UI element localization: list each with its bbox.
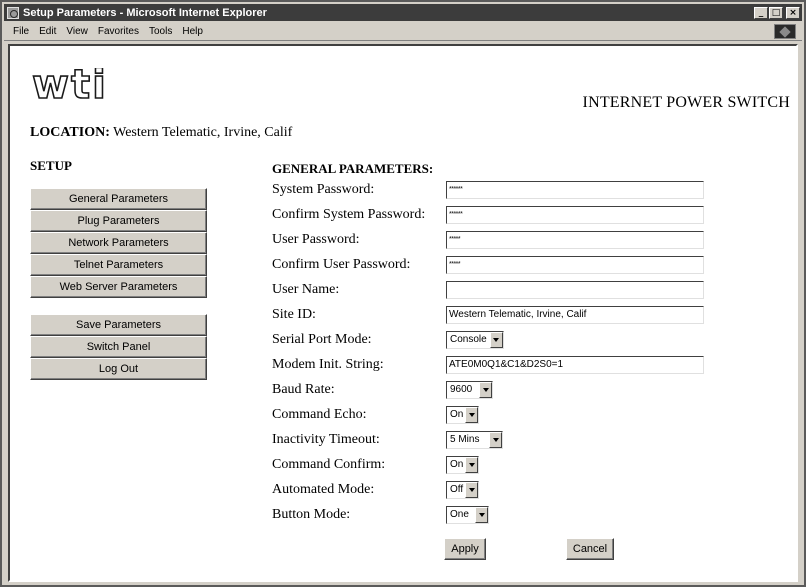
- menu-help[interactable]: Help: [177, 26, 208, 37]
- field-confirm-system-password: Confirm System Password: ******: [272, 204, 712, 228]
- field-label: Confirm User Password:: [272, 257, 411, 272]
- location-label: LOCATION:: [30, 125, 110, 140]
- field-command-echo: Command Echo: On: [272, 404, 712, 428]
- field-button-mode: Button Mode: One: [272, 504, 712, 528]
- command-echo-select[interactable]: On: [446, 406, 479, 424]
- baud-rate-select[interactable]: 9600: [446, 381, 493, 399]
- select-value: One: [450, 509, 469, 520]
- nav-network-parameters[interactable]: Network Parameters: [30, 232, 207, 254]
- menu-favorites[interactable]: Favorites: [93, 26, 144, 37]
- setup-heading: SETUP: [30, 158, 72, 173]
- sidebar-group-actions: Save Parameters Switch Panel Log Out: [30, 314, 207, 380]
- system-password-input[interactable]: ******: [446, 181, 704, 199]
- location-line: LOCATION: Western Telematic, Irvine, Cal…: [30, 125, 292, 141]
- field-label: Command Echo:: [272, 407, 367, 422]
- select-value: On: [450, 459, 464, 470]
- field-site-id: Site ID: Western Telematic, Irvine, Cali…: [272, 304, 712, 328]
- select-value: Off: [450, 484, 464, 495]
- sidebar-group-parameters: General Parameters Plug Parameters Netwo…: [30, 188, 207, 298]
- menu-edit[interactable]: Edit: [34, 26, 61, 37]
- apply-button[interactable]: Apply: [444, 538, 486, 560]
- close-button[interactable]: ×: [786, 6, 800, 19]
- nav-general-parameters[interactable]: General Parameters: [30, 188, 207, 210]
- logo-text: wti: [32, 68, 108, 106]
- chevron-down-icon[interactable]: [465, 407, 478, 423]
- page-content: wti INTERNET POWER SWITCH LOCATION: West…: [8, 44, 798, 582]
- field-label: User Name:: [272, 282, 340, 297]
- menu-file[interactable]: File: [8, 26, 34, 37]
- field-command-confirm: Command Confirm: On: [272, 454, 712, 478]
- menu-view[interactable]: View: [61, 26, 93, 37]
- field-label: Baud Rate:: [272, 382, 335, 397]
- field-inactivity-timeout: Inactivity Timeout: 5 Mins: [272, 429, 712, 453]
- inactivity-timeout-select[interactable]: 5 Mins: [446, 431, 503, 449]
- user-password-input[interactable]: *****: [446, 231, 704, 249]
- user-name-input[interactable]: [446, 281, 704, 299]
- cancel-button[interactable]: Cancel: [566, 538, 614, 560]
- nav-plug-parameters[interactable]: Plug Parameters: [30, 210, 207, 232]
- confirm-user-password-input[interactable]: *****: [446, 256, 704, 274]
- field-confirm-user-password: Confirm User Password: *****: [272, 254, 712, 278]
- button-mode-select[interactable]: One: [446, 506, 489, 524]
- field-label: Confirm System Password:: [272, 207, 426, 222]
- chevron-down-icon[interactable]: [465, 457, 478, 473]
- field-label: User Password:: [272, 232, 360, 247]
- nav-telnet-parameters[interactable]: Telnet Parameters: [30, 254, 207, 276]
- field-user-name: User Name:: [272, 279, 712, 303]
- minimize-button[interactable]: _: [754, 6, 768, 19]
- nav-save-parameters[interactable]: Save Parameters: [30, 314, 207, 336]
- chevron-down-icon[interactable]: [489, 332, 503, 348]
- form-heading: GENERAL PARAMETERS:: [272, 161, 434, 176]
- field-label: Site ID:: [272, 307, 316, 322]
- select-value: 5 Mins: [450, 434, 480, 445]
- confirm-system-password-input[interactable]: ******: [446, 206, 704, 224]
- serial-port-mode-select[interactable]: Console: [446, 331, 504, 349]
- select-value: 9600: [450, 384, 473, 395]
- chevron-down-icon[interactable]: [479, 382, 492, 398]
- browser-window: Setup Parameters - Microsoft Internet Ex…: [0, 0, 806, 587]
- menu-bar: File Edit View Favorites Tools Help: [4, 22, 802, 41]
- field-user-password: User Password: *****: [272, 229, 712, 253]
- windows-logo-icon: [774, 24, 796, 39]
- title-bar[interactable]: Setup Parameters - Microsoft Internet Ex…: [4, 4, 802, 21]
- modem-init-string-input[interactable]: ATE0M0Q1&C1&D2S0=1: [446, 356, 704, 374]
- site-id-input[interactable]: Western Telematic, Irvine, Calif: [446, 306, 704, 324]
- field-label: Modem Init. String:: [272, 357, 384, 372]
- nav-web-server-parameters[interactable]: Web Server Parameters: [30, 276, 207, 298]
- maximize-button[interactable]: □: [769, 6, 783, 19]
- product-title: INTERNET POWER SWITCH: [582, 94, 790, 111]
- nav-log-out[interactable]: Log Out: [30, 358, 207, 380]
- field-label: Button Mode:: [272, 507, 351, 522]
- field-baud-rate: Baud Rate: 9600: [272, 379, 712, 403]
- chevron-down-icon[interactable]: [465, 482, 478, 498]
- automated-mode-select[interactable]: Off: [446, 481, 479, 499]
- window-title: Setup Parameters - Microsoft Internet Ex…: [23, 6, 267, 19]
- field-automated-mode: Automated Mode: Off: [272, 479, 712, 503]
- internet-explorer-icon: [7, 6, 19, 19]
- chevron-down-icon[interactable]: [489, 432, 502, 448]
- window-controls: _ □ ×: [754, 6, 800, 19]
- chevron-down-icon[interactable]: [475, 507, 488, 523]
- field-label: Command Confirm:: [272, 457, 386, 472]
- command-confirm-select[interactable]: On: [446, 456, 479, 474]
- field-label: Serial Port Mode:: [272, 332, 372, 347]
- location-value: Western Telematic, Irvine, Calif: [113, 125, 293, 140]
- menu-tools[interactable]: Tools: [144, 26, 177, 37]
- nav-switch-panel[interactable]: Switch Panel: [30, 336, 207, 358]
- field-label: Inactivity Timeout:: [272, 432, 380, 447]
- field-label: System Password:: [272, 182, 375, 197]
- field-label: Automated Mode:: [272, 482, 375, 497]
- select-value: Console: [450, 334, 487, 345]
- wti-logo: wti: [31, 68, 108, 106]
- select-value: On: [450, 409, 464, 420]
- field-serial-port-mode: Serial Port Mode: Console: [272, 329, 712, 353]
- field-system-password: System Password: ******: [272, 179, 712, 203]
- field-modem-init-string: Modem Init. String: ATE0M0Q1&C1&D2S0=1: [272, 354, 712, 378]
